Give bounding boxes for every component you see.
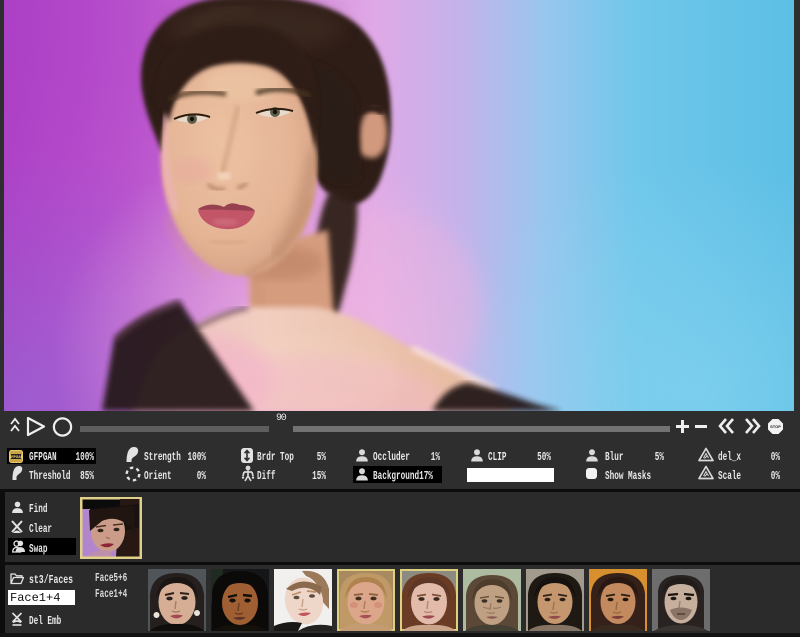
svg-text:STOP: STOP [770, 424, 781, 429]
svg-text:GFPGAN: GFPGAN [9, 455, 23, 459]
